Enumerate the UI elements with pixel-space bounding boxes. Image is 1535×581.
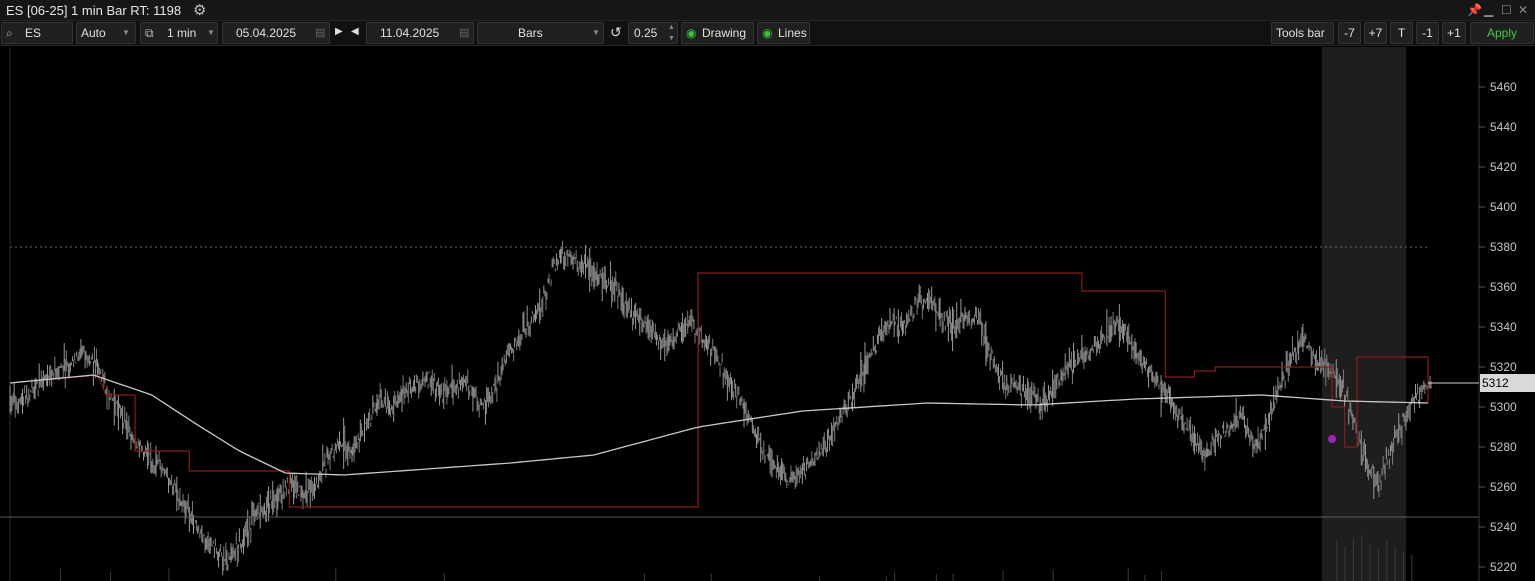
tick-size-stepper[interactable]: 0.25 ▲ ▼ <box>628 22 678 44</box>
current-price-label: 5312 <box>1482 376 1509 390</box>
minimize-icon[interactable]: ▁ <box>1484 3 1493 17</box>
chart-type-select[interactable]: Bars ▼ <box>477 22 604 44</box>
volume-bar <box>1127 568 1129 581</box>
volume-bar <box>1344 546 1346 581</box>
calendar-icon[interactable]: ▤ <box>459 23 469 43</box>
volume-bar <box>1352 537 1354 581</box>
volume-bar <box>443 572 445 581</box>
tools-bar-label: Tools bar <box>1276 26 1325 40</box>
eye-icon: ◉ <box>762 26 773 40</box>
volume-bar <box>1161 570 1163 581</box>
y-tick-label: 5300 <box>1490 400 1517 414</box>
play-forward-icon[interactable]: ▶ <box>335 22 343 44</box>
y-tick-label: 5260 <box>1490 480 1517 494</box>
y-tick-label: 5420 <box>1490 160 1517 174</box>
stepper-down-icon[interactable]: ▼ <box>668 29 675 49</box>
volume-bar <box>885 576 887 581</box>
reset-icon[interactable]: ↺ <box>610 22 622 44</box>
volume-bar <box>1336 540 1338 581</box>
tools-bar-button[interactable]: Tools bar <box>1271 22 1334 44</box>
volume-bar <box>1402 551 1404 581</box>
volume-bar <box>1411 554 1413 581</box>
volume-bar <box>1394 546 1396 581</box>
chevron-down-icon: ▼ <box>122 28 130 37</box>
volume-bar <box>1144 575 1146 581</box>
search-icon: ⌕ <box>6 26 13 40</box>
volume-bar <box>894 571 896 581</box>
maximize-icon[interactable]: ☐ <box>1501 3 1512 17</box>
y-tick-label: 5380 <box>1490 240 1517 254</box>
apply-button[interactable]: Apply <box>1470 22 1534 44</box>
y-tick-label: 5460 <box>1490 80 1517 94</box>
account-value: Auto <box>81 26 106 40</box>
volume-bar <box>710 573 712 581</box>
timeframe-value: 1 min <box>167 26 197 40</box>
volume-bar <box>1361 535 1363 581</box>
nav-today-button[interactable]: T <box>1390 22 1413 44</box>
volume-bar <box>952 573 954 581</box>
link-icon: ⧉ <box>145 26 154 40</box>
close-icon[interactable]: ✕ <box>1518 3 1528 17</box>
volume-bar <box>1002 570 1004 581</box>
title-bar: ES [06-25] 1 min Bar RT: 1198 ⚙ 📌 ▁ ☐ ✕ <box>0 0 1535 21</box>
chart-toolbar: ⌕ ES Auto ▼ ⧉ 1 min ▼ 05.04.2025 ▤ ▶ ◀ 1… <box>0 21 1535 46</box>
chart-type-value: Bars <box>518 26 543 40</box>
chevron-down-icon: ▼ <box>592 28 600 37</box>
account-select[interactable]: Auto ▼ <box>76 22 136 44</box>
date-from-field[interactable]: 05.04.2025 ▤ <box>222 22 330 44</box>
y-tick-label: 5240 <box>1490 520 1517 534</box>
y-tick-label: 5340 <box>1490 320 1517 334</box>
y-tick-label: 5400 <box>1490 200 1517 214</box>
volume-bar <box>1377 549 1379 581</box>
nav-minus7-button[interactable]: -7 <box>1338 22 1361 44</box>
symbol-value: ES <box>25 26 42 40</box>
nav-plus1-button[interactable]: +1 <box>1442 22 1466 44</box>
volume-bar <box>1052 569 1054 581</box>
date-to-value: 11.04.2025 <box>380 26 440 40</box>
trade-marker <box>1328 435 1337 443</box>
nav-plus7-button[interactable]: +7 <box>1364 22 1387 44</box>
timeframe-select[interactable]: ⧉ 1 min ▼ <box>140 22 218 44</box>
volume-bar <box>819 575 821 581</box>
volume-bar <box>60 568 62 581</box>
y-tick-label: 5360 <box>1490 280 1517 294</box>
date-to-field[interactable]: 11.04.2025 ▤ <box>366 22 474 44</box>
calendar-icon[interactable]: ▤ <box>315 23 325 43</box>
eye-icon: ◉ <box>686 26 697 40</box>
session-highlight <box>1322 47 1406 581</box>
window-title: ES [06-25] 1 min Bar RT: 1198 <box>6 3 182 18</box>
nav-minus1-button[interactable]: -1 <box>1416 22 1439 44</box>
play-back-icon[interactable]: ◀ <box>351 22 359 44</box>
lines-toggle[interactable]: ◉ Lines <box>757 22 810 44</box>
volume-bar <box>1369 543 1371 581</box>
level-step-line <box>9 272 1429 508</box>
gears-icon[interactable]: ⚙ <box>193 1 206 19</box>
drawing-label: Drawing <box>702 26 747 40</box>
volume-bar <box>643 573 645 581</box>
lines-label: Lines <box>778 26 807 40</box>
drawing-toggle[interactable]: ◉ Drawing <box>681 22 754 44</box>
volume-bar <box>335 567 337 581</box>
y-tick-label: 5320 <box>1490 360 1517 374</box>
date-from-value: 05.04.2025 <box>236 26 297 40</box>
y-tick-label: 5440 <box>1490 120 1517 134</box>
price-chart[interactable]: 5460 5440 5420 5400 5380 5360 5340 5320 5300 5280… <box>0 47 1535 581</box>
volume-bar <box>168 567 170 581</box>
volume-bar <box>935 574 937 581</box>
vwap-line <box>9 374 1429 476</box>
chevron-down-icon: ▼ <box>207 28 215 37</box>
volume-bar <box>1386 540 1388 581</box>
pin-icon[interactable]: 📌 <box>1467 3 1482 17</box>
tick-size-value: 0.25 <box>634 26 658 40</box>
symbol-search-input[interactable]: ⌕ ES <box>1 22 73 44</box>
y-tick-label: 5220 <box>1490 560 1517 574</box>
y-tick-label: 5280 <box>1490 440 1517 454</box>
volume-bar <box>110 572 112 581</box>
